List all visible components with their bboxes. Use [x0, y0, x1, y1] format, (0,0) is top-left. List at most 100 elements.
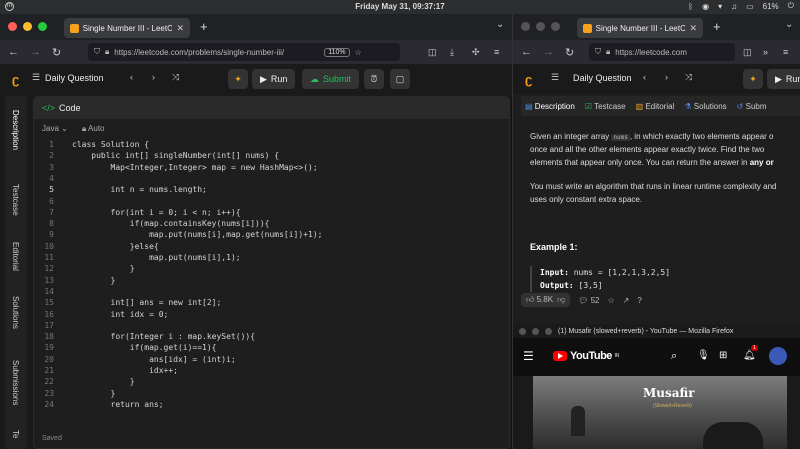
- tab-testcase[interactable]: ☑ Testcase: [585, 102, 626, 111]
- code-line[interactable]: if(map.get(i)==1){: [72, 343, 217, 352]
- sidebar-item-submissions[interactable]: Submissions: [11, 360, 20, 405]
- yt-mic-icon[interactable]: 🎙︎: [697, 350, 710, 361]
- submit-button[interactable]: ☁ Submit: [302, 69, 360, 89]
- code-line[interactable]: int[] ans = new int[2];: [72, 298, 222, 307]
- code-line[interactable]: return ans;: [72, 400, 164, 409]
- right-pocket-icon[interactable]: ◫: [743, 47, 752, 58]
- tab-editorial[interactable]: ▥ Editorial: [636, 102, 675, 111]
- yt-max-dot[interactable]: [545, 327, 552, 335]
- next-problem-icon[interactable]: ›: [152, 72, 155, 82]
- prev-problem-icon[interactable]: ‹: [130, 72, 133, 82]
- close-window-button[interactable]: [8, 22, 17, 31]
- code-line[interactable]: }: [72, 264, 135, 273]
- code-line[interactable]: int idx = 0;: [72, 310, 169, 319]
- share-icon[interactable]: ↗: [623, 296, 630, 305]
- maximize-window-button[interactable]: [38, 22, 47, 31]
- battery-icon[interactable]: ▭: [746, 2, 754, 11]
- code-line[interactable]: }: [72, 276, 116, 285]
- right-shuffle-icon[interactable]: ⤨: [685, 72, 692, 83]
- sidebar-item-editorial[interactable]: Editorial: [11, 242, 20, 271]
- right-url-bar[interactable]: ⛉ 🔒︎ https://leetcode.com: [589, 43, 735, 61]
- code-line[interactable]: }: [72, 389, 116, 398]
- autocomplete-toggle[interactable]: 🔒︎ Auto: [82, 124, 105, 134]
- language-select[interactable]: Java ⌄: [42, 124, 68, 133]
- yt-menu-icon[interactable]: ☰: [523, 349, 534, 363]
- help-icon[interactable]: ?: [637, 296, 641, 305]
- menu-icon[interactable]: ≡: [494, 47, 499, 57]
- yt-bell-icon[interactable]: 🔔︎: [743, 350, 756, 361]
- extensions-icon[interactable]: ✣: [472, 47, 480, 58]
- sidebar-item-solutions[interactable]: Solutions: [11, 296, 20, 329]
- tab-list-chevron-icon[interactable]: ⌄: [496, 19, 504, 30]
- download-icon[interactable]: ⤓: [450, 47, 454, 58]
- browser-tab-leetcode[interactable]: Single Number III - LeetCode ✕: [64, 18, 190, 38]
- right-minimize-window-button[interactable]: [536, 22, 545, 31]
- avatar[interactable]: [769, 347, 787, 365]
- comments-button[interactable]: 💬︎ 52: [578, 296, 599, 305]
- notes-icon[interactable]: ▢: [390, 69, 410, 89]
- run-button[interactable]: ▶ Run: [252, 69, 296, 89]
- right-leetcode-logo-icon[interactable]: ʗ: [525, 72, 532, 87]
- right-problem-list-icon[interactable]: ☰: [551, 72, 559, 83]
- code-line[interactable]: map.put(nums[i],1);: [72, 253, 241, 262]
- pocket-icon[interactable]: ◫: [428, 47, 437, 58]
- leetcode-logo-icon[interactable]: ʗ: [12, 72, 19, 87]
- new-tab-button[interactable]: +: [200, 19, 208, 34]
- code-line[interactable]: for(int i = 0; i < n; i++){: [72, 208, 241, 217]
- favorite-star-icon[interactable]: ☆: [607, 296, 614, 305]
- youtube-video-thumbnail[interactable]: Musafir (Slowed+Reverb): [533, 376, 787, 449]
- sidebar-item-description[interactable]: Description: [11, 110, 20, 150]
- music-icon[interactable]: ♫: [731, 2, 737, 11]
- right-reload-icon[interactable]: ↻: [565, 46, 574, 59]
- right-browser-tab-leetcode[interactable]: Single Number III - LeetCode ✕: [577, 18, 703, 38]
- tab-description[interactable]: ▤ Description: [525, 102, 575, 111]
- code-line[interactable]: if(map.containsKey(nums[i])){: [72, 219, 270, 228]
- minimize-window-button[interactable]: [23, 22, 32, 31]
- right-maximize-window-button[interactable]: [551, 22, 560, 31]
- code-line[interactable]: idx++;: [72, 366, 178, 375]
- back-icon[interactable]: ←: [8, 46, 19, 58]
- right-daily-question-label[interactable]: Daily Question: [573, 73, 632, 83]
- right-forward-icon[interactable]: →: [543, 46, 554, 58]
- yt-create-icon[interactable]: ⊞: [719, 350, 727, 361]
- tab-solutions[interactable]: ⚗ Solutions: [684, 102, 726, 111]
- alarm-icon[interactable]: ⏰︎: [364, 69, 384, 89]
- sidebar-item-more[interactable]: Te: [11, 430, 20, 438]
- power-icon[interactable]: ⏻: [788, 1, 794, 11]
- right-close-tab-icon[interactable]: ✕: [689, 23, 697, 34]
- reload-icon[interactable]: ↻: [52, 46, 61, 59]
- code-line[interactable]: for(Integer i : map.keySet()){: [72, 332, 256, 341]
- url-bar[interactable]: ⛉ 🔒︎ https://leetcode.com/problems/singl…: [88, 43, 400, 61]
- wifi-icon[interactable]: ▾: [718, 2, 722, 11]
- right-tab-list-chevron-icon[interactable]: ⌄: [785, 19, 793, 30]
- yt-search-icon[interactable]: ⌕: [671, 350, 677, 363]
- yt-min-dot[interactable]: [532, 327, 539, 335]
- right-run-button[interactable]: ▶ Run: [767, 69, 800, 89]
- code-line[interactable]: public int[] singleNumber(int[] nums) {: [72, 151, 279, 160]
- youtube-logo[interactable]: YouTube IN: [553, 350, 619, 362]
- right-next-problem-icon[interactable]: ›: [665, 72, 668, 82]
- right-close-window-button[interactable]: [521, 22, 530, 31]
- sidebar-item-testcase[interactable]: Testcase: [11, 184, 20, 216]
- right-back-icon[interactable]: ←: [521, 46, 532, 58]
- debug-icon[interactable]: ✦: [228, 69, 248, 89]
- close-tab-icon[interactable]: ✕: [176, 23, 184, 34]
- code-line[interactable]: int n = nums.length;: [72, 185, 207, 194]
- code-line[interactable]: Map<Integer,Integer> map = new HashMap<>…: [72, 163, 318, 172]
- right-debug-icon[interactable]: ✦: [743, 69, 763, 89]
- right-new-tab-button[interactable]: +: [713, 19, 721, 34]
- right-menu-icon[interactable]: ≡: [783, 47, 788, 57]
- tab-submissions[interactable]: ↺ Subm: [737, 102, 767, 111]
- notification-icon[interactable]: ◉: [702, 2, 709, 11]
- dislike-button[interactable]: 👎︎: [557, 295, 565, 305]
- right-overflow-icon[interactable]: »: [763, 47, 768, 57]
- code-line[interactable]: class Solution {: [72, 140, 149, 149]
- forward-icon[interactable]: →: [30, 46, 41, 58]
- daily-question-label[interactable]: Daily Question: [45, 73, 104, 83]
- code-line[interactable]: }else{: [72, 242, 159, 251]
- yt-close-dot[interactable]: [519, 327, 526, 335]
- zoom-indicator[interactable]: 110%: [324, 47, 350, 57]
- problem-list-icon[interactable]: ☰: [32, 72, 40, 83]
- like-button[interactable]: 👍︎ 5.8K: [526, 295, 553, 305]
- code-line[interactable]: }: [72, 377, 135, 386]
